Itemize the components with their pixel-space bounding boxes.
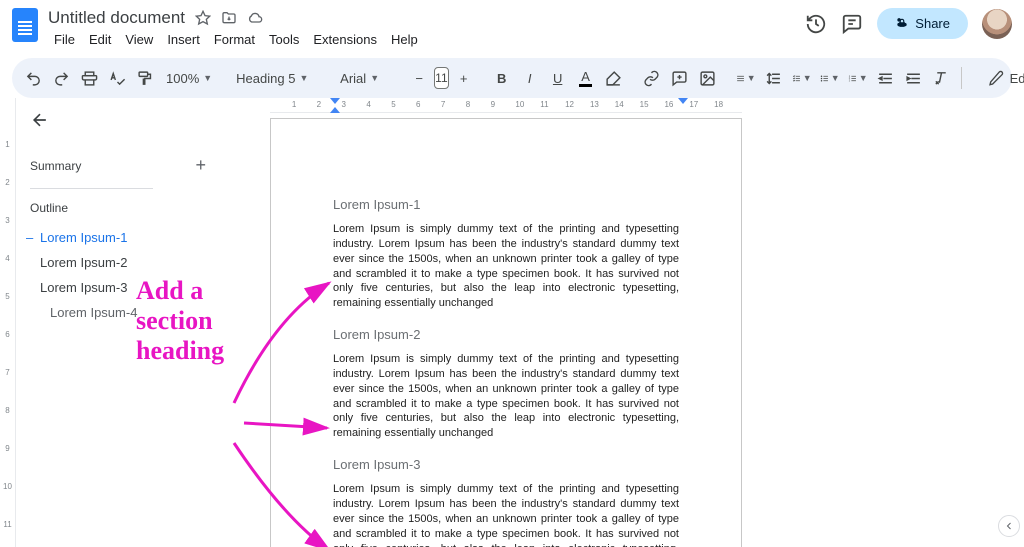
undo-button[interactable] <box>20 64 46 92</box>
right-indent-marker[interactable] <box>678 98 688 104</box>
bulleted-list-button[interactable]: ▼ <box>817 64 843 92</box>
editing-mode-label: Editing <box>1010 71 1024 86</box>
title-area: Untitled document File Edit View Insert … <box>48 8 424 49</box>
font-family-select[interactable]: Arial ▼ <box>334 64 394 92</box>
menu-insert[interactable]: Insert <box>161 30 206 49</box>
menu-tools[interactable]: Tools <box>263 30 305 49</box>
font-size-input[interactable]: 11 <box>434 67 448 89</box>
zoom-value: 100% <box>166 71 199 86</box>
print-button[interactable] <box>76 64 102 92</box>
annotation-text: Add asectionheading <box>136 276 224 366</box>
align-button[interactable]: ▼ <box>733 64 759 92</box>
outline-item[interactable]: Lorem Ipsum-1 <box>30 225 206 250</box>
decrease-font-size-button[interactable]: − <box>406 64 432 92</box>
outline-item[interactable]: Lorem Ipsum-2 <box>30 250 206 275</box>
vertical-ruler[interactable]: 1234567891011 <box>0 98 16 547</box>
paragraph[interactable]: Lorem Ipsum is simply dummy text of the … <box>333 482 679 547</box>
section-heading[interactable]: Lorem Ipsum-2 <box>333 327 679 342</box>
highlight-color-button[interactable] <box>601 64 627 92</box>
svg-text:1: 1 <box>848 75 850 77</box>
first-line-indent-marker[interactable] <box>330 98 340 104</box>
caret-down-icon: ▼ <box>299 73 308 83</box>
close-outline-button[interactable] <box>30 110 206 133</box>
document-title[interactable]: Untitled document <box>48 8 185 28</box>
paragraph[interactable]: Lorem Ipsum is simply dummy text of the … <box>333 352 679 441</box>
font-size-value: 11 <box>435 71 447 85</box>
outline-label: Outline <box>30 201 206 215</box>
zoom-select[interactable]: 100% ▼ <box>160 64 218 92</box>
arrow-left-icon <box>30 110 50 130</box>
move-folder-icon[interactable] <box>221 10 237 26</box>
chevron-left-icon <box>1003 520 1015 532</box>
paragraph-style-value: Heading 5 <box>236 71 295 86</box>
section-heading[interactable]: Lorem Ipsum-3 <box>333 457 679 472</box>
spellcheck-button[interactable] <box>104 64 130 92</box>
add-comment-button[interactable] <box>667 64 693 92</box>
increase-font-size-button[interactable]: + <box>451 64 477 92</box>
menu-view[interactable]: View <box>119 30 159 49</box>
section-heading[interactable]: Lorem Ipsum-1 <box>333 197 679 212</box>
paragraph-style-select[interactable]: Heading 5 ▼ <box>230 64 322 92</box>
text-color-button[interactable]: A <box>573 64 599 92</box>
left-indent-marker[interactable] <box>330 107 340 113</box>
comments-icon[interactable] <box>841 13 863 35</box>
paragraph[interactable]: Lorem Ipsum is simply dummy text of the … <box>333 222 679 311</box>
toolbar: 100% ▼ Heading 5 ▼ Arial ▼ − 11 + B I U A ▼… <box>12 58 1012 98</box>
summary-label: Summary <box>30 159 81 173</box>
svg-text:3: 3 <box>848 80 850 82</box>
menu-format[interactable]: Format <box>208 30 261 49</box>
menu-help[interactable]: Help <box>385 30 424 49</box>
editing-mode-select[interactable]: Editing ▼ <box>988 70 1024 86</box>
caret-down-icon: ▼ <box>370 73 379 83</box>
app-header: Untitled document File Edit View Insert … <box>0 0 1024 54</box>
italic-button[interactable]: I <box>517 64 543 92</box>
caret-down-icon: ▼ <box>203 73 212 83</box>
show-side-panel-button[interactable] <box>998 515 1020 537</box>
bold-button[interactable]: B <box>489 64 515 92</box>
numbered-list-button[interactable]: 123▼ <box>845 64 871 92</box>
menu-edit[interactable]: Edit <box>83 30 117 49</box>
share-button-label: Share <box>915 16 950 31</box>
decrease-indent-button[interactable] <box>873 64 899 92</box>
share-button[interactable]: Share <box>877 8 968 39</box>
underline-button[interactable]: U <box>545 64 571 92</box>
paint-format-button[interactable] <box>132 64 158 92</box>
line-spacing-button[interactable] <box>761 64 787 92</box>
svg-text:2: 2 <box>848 78 850 80</box>
cloud-status-icon[interactable] <box>247 10 263 26</box>
clear-formatting-button[interactable] <box>929 64 955 92</box>
increase-indent-button[interactable] <box>901 64 927 92</box>
menu-bar: File Edit View Insert Format Tools Exten… <box>48 30 424 49</box>
history-icon[interactable] <box>805 13 827 35</box>
account-avatar[interactable] <box>982 9 1012 39</box>
checklist-button[interactable]: ▼ <box>789 64 815 92</box>
menu-extensions[interactable]: Extensions <box>307 30 383 49</box>
horizontal-ruler[interactable]: 123456789101112131415161718 <box>214 98 1024 114</box>
docs-logo-icon[interactable] <box>12 8 38 42</box>
pencil-icon <box>988 70 1004 86</box>
redo-button[interactable] <box>48 64 74 92</box>
add-summary-button[interactable]: + <box>195 155 206 176</box>
insert-link-button[interactable] <box>639 64 665 92</box>
font-family-value: Arial <box>340 71 366 86</box>
insert-image-button[interactable] <box>695 64 721 92</box>
document-page[interactable]: Lorem Ipsum-1 Lorem Ipsum is simply dummy… <box>270 118 742 547</box>
star-icon[interactable] <box>195 10 211 26</box>
menu-file[interactable]: File <box>48 30 81 49</box>
